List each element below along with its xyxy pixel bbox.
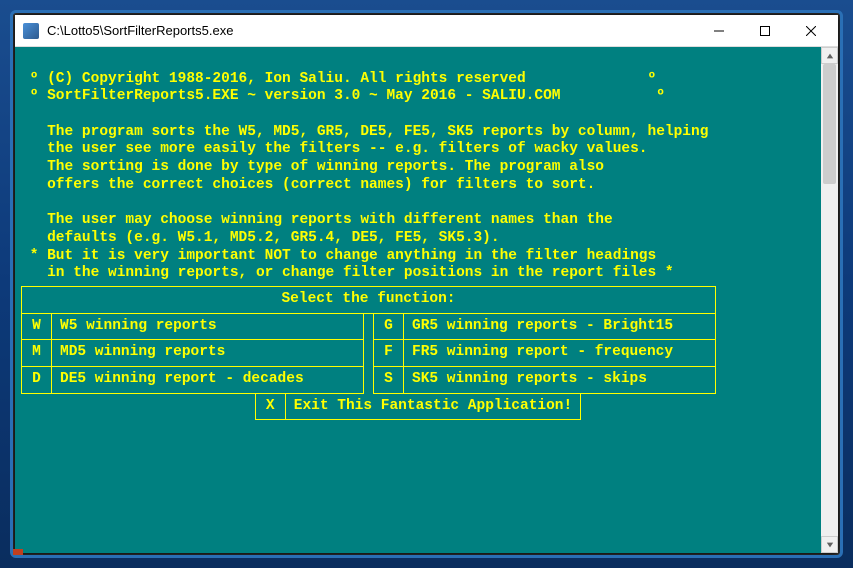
warn-line: * But it is very important NOT to change…	[21, 248, 656, 264]
scroll-thumb[interactable]	[823, 64, 836, 184]
titlebar: C:\Lotto5\SortFilterReports5.exe	[15, 15, 838, 47]
minimize-button[interactable]	[696, 16, 742, 46]
menu-key-g[interactable]: G	[374, 313, 404, 340]
desc-line: The user may choose winning reports with…	[21, 212, 613, 228]
app-icon	[23, 23, 39, 39]
menu-row: MMD5 winning reports FFR5 winning report …	[22, 340, 716, 367]
exit-menu: XExit This Fantastic Application!	[255, 394, 581, 421]
menu-header: Select the function:	[22, 286, 716, 313]
window-title: C:\Lotto5\SortFilterReports5.exe	[47, 23, 696, 38]
menu-label-x[interactable]: Exit This Fantastic Application!	[285, 394, 580, 420]
close-button[interactable]	[788, 16, 834, 46]
menu-key-x[interactable]: X	[255, 394, 285, 420]
corner-marker	[13, 549, 23, 555]
menu-key-m[interactable]: M	[22, 340, 52, 367]
desc-line: defaults (e.g. W5.1, MD5.2, GR5.4, DE5, …	[21, 230, 500, 246]
menu-label-m[interactable]: MD5 winning reports	[52, 340, 364, 367]
menu-row: DDE5 winning report - decades SSK5 winnin…	[22, 367, 716, 394]
scroll-down-button[interactable]	[821, 536, 838, 553]
desc-line: the user see more easily the filters -- …	[21, 141, 648, 157]
copyright-line: º (C) Copyright 1988-2016, Ion Saliu. Al…	[21, 71, 656, 87]
desc-line: offers the correct choices (correct name…	[21, 177, 595, 193]
version-line: º SortFilterReports5.EXE ~ version 3.0 ~…	[21, 88, 665, 104]
warn-line: in the winning reports, or change filter…	[21, 265, 674, 281]
desc-line: The sorting is done by type of winning r…	[21, 159, 604, 175]
menu-row: WW5 winning reports GGR5 winning reports …	[22, 313, 716, 340]
menu-key-d[interactable]: D	[22, 367, 52, 394]
scroll-up-button[interactable]	[821, 47, 838, 64]
menu-label-d[interactable]: DE5 winning report - decades	[52, 367, 364, 394]
function-menu: Select the function: WW5 winning reports…	[21, 286, 716, 394]
menu-key-f[interactable]: F	[374, 340, 404, 367]
menu-key-s[interactable]: S	[374, 367, 404, 394]
menu-label-s[interactable]: SK5 winning reports - skips	[404, 367, 716, 394]
console-output: º (C) Copyright 1988-2016, Ion Saliu. Al…	[15, 47, 821, 553]
menu-label-w[interactable]: W5 winning reports	[52, 313, 364, 340]
menu-label-g[interactable]: GR5 winning reports - Bright15	[404, 313, 716, 340]
menu-label-f[interactable]: FR5 winning report - frequency	[404, 340, 716, 367]
menu-key-w[interactable]: W	[22, 313, 52, 340]
vertical-scrollbar[interactable]	[821, 47, 838, 553]
desc-line: The program sorts the W5, MD5, GR5, DE5,…	[21, 124, 708, 140]
app-window: C:\Lotto5\SortFilterReports5.exe º (C) C…	[15, 15, 838, 553]
maximize-button[interactable]	[742, 16, 788, 46]
scroll-track[interactable]	[821, 64, 838, 536]
